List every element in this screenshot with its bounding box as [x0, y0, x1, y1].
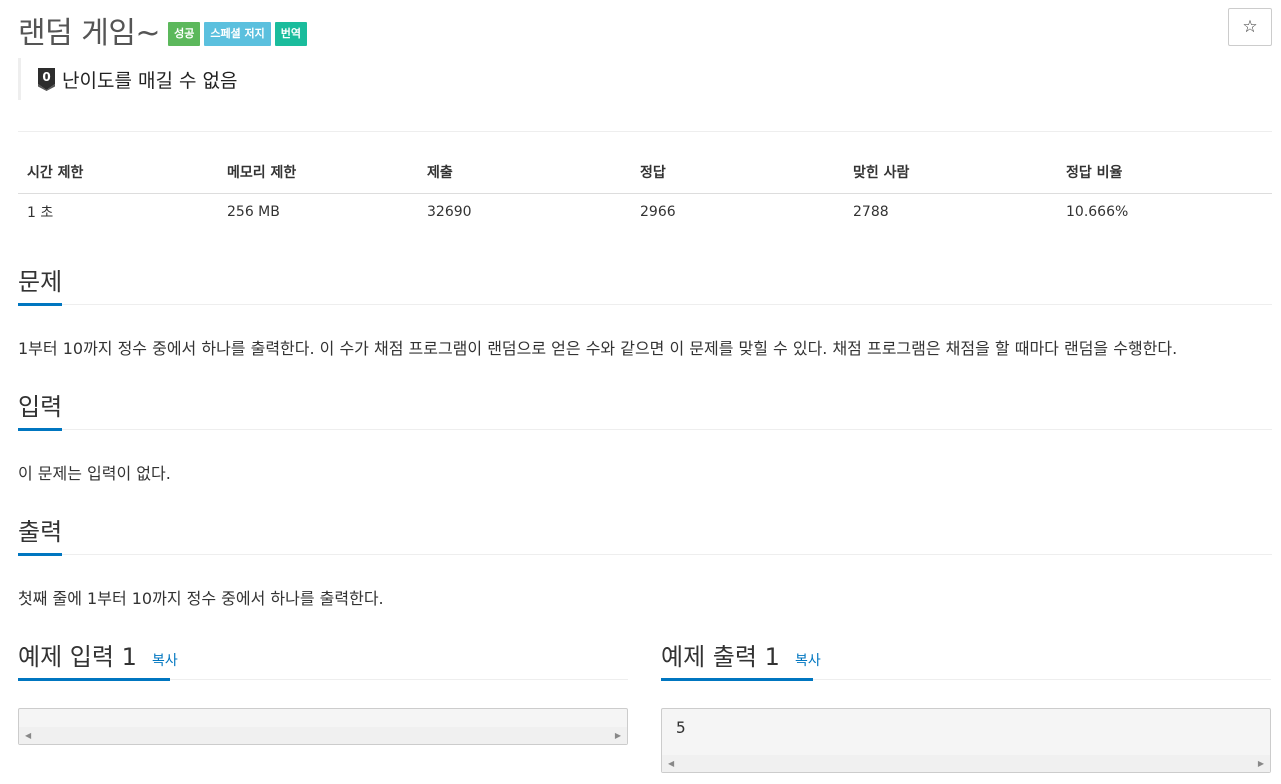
- memory-limit-value: 256 MB: [227, 204, 280, 221]
- time-limit-value: 1 초: [27, 205, 54, 222]
- section-underline: [18, 428, 62, 431]
- section-header: 입력: [18, 390, 1272, 431]
- section-title: 예제 출력 1: [661, 643, 780, 671]
- scroll-left-icon[interactable]: ◀: [668, 759, 674, 768]
- difficulty-label: 난이도를 매길 수 없음: [62, 69, 238, 92]
- copy-sample-input-button[interactable]: 복사: [152, 653, 178, 669]
- unrated-tier-icon: 0: [38, 68, 55, 91]
- divider: [18, 131, 1272, 132]
- translated-badge: 번역: [274, 22, 308, 46]
- table-header-submissions: 제출: [418, 152, 631, 194]
- scroll-right-icon[interactable]: ▶: [615, 731, 621, 740]
- problem-description-section: 문제 1부터 10까지 정수 중에서 하나를 출력한다. 이 수가 채점 프로그…: [18, 265, 1272, 359]
- table-header-memory-limit: 메모리 제한: [218, 152, 418, 194]
- success-badge: 성공: [168, 22, 201, 46]
- sample-input-section: 예제 입력 1 복사 ◀ ▶: [18, 640, 628, 745]
- section-header: 출력: [18, 515, 1272, 556]
- submissions-value: 32690: [427, 204, 472, 221]
- badge-group: 성공 스페셜 저지 번역: [168, 22, 308, 46]
- section-header: 문제: [18, 265, 1272, 306]
- ratio-value: 10.666%: [1066, 204, 1129, 221]
- scroll-left-icon[interactable]: ◀: [25, 731, 31, 740]
- horizontal-scrollbar[interactable]: ◀ ▶: [19, 727, 627, 744]
- table-header-accepted: 정답: [631, 152, 844, 194]
- sample-input-content: [19, 709, 627, 727]
- section-title: 입력: [18, 393, 63, 421]
- horizontal-scrollbar[interactable]: ◀ ▶: [662, 755, 1270, 772]
- sample-input-box[interactable]: ◀ ▶: [18, 708, 628, 745]
- scroll-right-icon[interactable]: ▶: [1258, 759, 1264, 768]
- accepted-value: 2966: [640, 204, 676, 221]
- table-row: 1 초 256 MB 32690 2966 2788 10.666%: [18, 193, 1272, 231]
- sample-output-section: 예제 출력 1 복사 5 ◀ ▶: [661, 640, 1271, 773]
- problem-info-table: 시간 제한 메모리 제한 제출 정답 맞힌 사람 정답 비율 1 초 256 M…: [18, 152, 1272, 231]
- page-title: 랜덤 게임~: [18, 16, 161, 51]
- solved-users-value: 2788: [853, 204, 889, 221]
- special-judge-badge: 스페셜 저지: [204, 22, 271, 46]
- sample-output-box[interactable]: 5 ◀ ▶: [661, 708, 1271, 773]
- section-underline: [18, 678, 170, 681]
- table-header-time-limit: 시간 제한: [18, 152, 218, 194]
- input-section: 입력 이 문제는 입력이 없다.: [18, 390, 1272, 484]
- title-row: 랜덤 게임~ 성공 스페셜 저지 번역: [18, 8, 308, 52]
- table-header-row: 시간 제한 메모리 제한 제출 정답 맞힌 사람 정답 비율: [18, 152, 1272, 194]
- output-description: 첫째 줄에 1부터 10까지 정수 중에서 하나를 출력한다.: [18, 589, 384, 608]
- sample-output-content: 5: [676, 718, 686, 737]
- favorite-star-button[interactable]: ☆: [1228, 8, 1272, 46]
- section-underline: [18, 553, 62, 556]
- section-header: 예제 입력 1 복사: [18, 640, 628, 681]
- output-section: 출력 첫째 줄에 1부터 10까지 정수 중에서 하나를 출력한다.: [18, 515, 1272, 609]
- section-title: 문제: [18, 268, 63, 296]
- section-underline: [661, 678, 813, 681]
- section-title: 예제 입력 1: [18, 643, 137, 671]
- table-header-ratio: 정답 비율: [1057, 152, 1272, 194]
- star-icon: ☆: [1242, 17, 1258, 36]
- section-header: 예제 출력 1 복사: [661, 640, 1271, 681]
- tier-number: 0: [42, 70, 50, 84]
- problem-description: 1부터 10까지 정수 중에서 하나를 출력한다. 이 수가 채점 프로그램이 …: [18, 339, 1178, 358]
- table-header-solved-users: 맞힌 사람: [844, 152, 1057, 194]
- input-description: 이 문제는 입력이 없다.: [18, 464, 171, 483]
- section-underline: [18, 303, 62, 306]
- difficulty-blockquote: 0 난이도를 매길 수 없음: [18, 58, 237, 100]
- section-title: 출력: [18, 518, 63, 546]
- copy-sample-output-button[interactable]: 복사: [795, 653, 821, 669]
